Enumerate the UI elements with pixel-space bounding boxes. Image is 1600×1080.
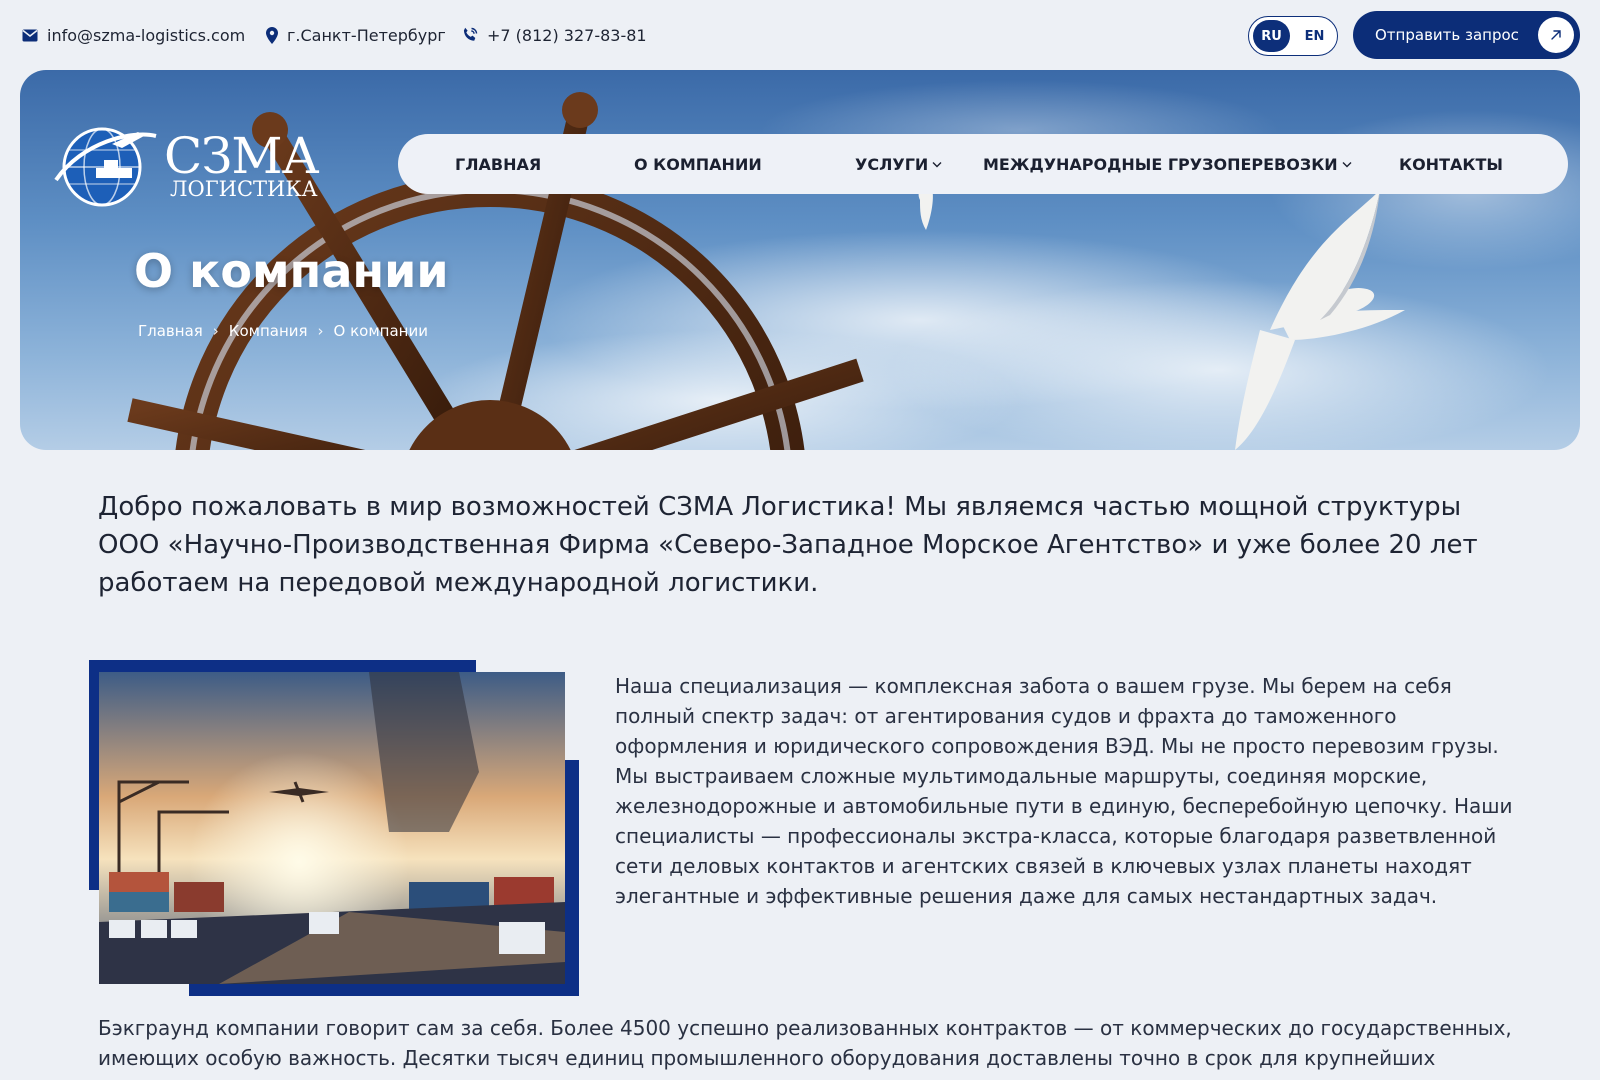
main-navigation: ГЛАВНАЯ О КОМПАНИИ УСЛУГИ МЕЖДУНАРОДНЫЕ …	[398, 134, 1568, 194]
company-logo[interactable]: СЗМА ЛОГИСТИКА	[52, 122, 322, 208]
language-switcher: RU EN	[1248, 16, 1338, 56]
send-request-label: Отправить запрос	[1375, 26, 1519, 44]
email-text: info@szma-logistics.com	[47, 25, 246, 45]
page-title: О компании	[134, 244, 449, 298]
specialization-paragraph: Наша специализация — комплексная забота …	[615, 674, 1513, 908]
city-text: г.Санкт-Петербург	[287, 25, 446, 45]
nav-item-contacts[interactable]: КОНТАКТЫ	[1399, 134, 1503, 194]
nav-item-services[interactable]: УСЛУГИ	[855, 134, 942, 194]
logo-wordmark: СЗМА ЛОГИСТИКА	[164, 126, 319, 201]
logistics-photo	[99, 672, 565, 984]
phone-link[interactable]: +7 (812) 327-83-81	[462, 24, 647, 46]
globe-plane-logo-icon	[54, 127, 157, 207]
email-link[interactable]: info@szma-logistics.com	[22, 24, 245, 46]
map-pin-icon	[266, 26, 278, 44]
logo-sub-text: ЛОГИСТИКА	[170, 176, 318, 201]
chevron-down-icon	[932, 161, 942, 167]
breadcrumb-company[interactable]: Компания	[229, 322, 308, 340]
nav-about-label: О КОМПАНИИ	[634, 154, 762, 174]
phone-text: +7 (812) 327-83-81	[487, 25, 647, 45]
logo-main-text: СЗМА	[164, 126, 319, 185]
lang-en-button[interactable]: EN	[1296, 20, 1333, 52]
breadcrumb-current: О компании	[333, 322, 428, 340]
breadcrumb-separator: ›	[212, 322, 219, 340]
logistics-photo-block	[89, 660, 579, 996]
envelope-icon	[22, 29, 38, 41]
background-paragraph: Бэкграунд компании говорит сам за себя. …	[98, 1016, 1512, 1070]
intro-paragraph: Добро пожаловать в мир возможностей СЗМА…	[98, 492, 1478, 598]
breadcrumb-home[interactable]: Главная	[138, 322, 203, 340]
hero-banner: СЗМА ЛОГИСТИКА ГЛАВНАЯ О КОМПАНИИ УСЛУГИ…	[20, 70, 1580, 450]
nav-home-label: ГЛАВНАЯ	[455, 154, 542, 174]
city-link[interactable]: г.Санкт-Петербург	[266, 24, 446, 46]
top-bar: info@szma-logistics.com г.Санкт-Петербур…	[0, 0, 1600, 70]
breadcrumb: Главная › Компания › О компании	[138, 322, 428, 340]
chevron-down-icon	[1342, 161, 1352, 167]
nav-item-about[interactable]: О КОМПАНИИ	[634, 134, 762, 194]
nav-international-label: МЕЖДУНАРОДНЫЕ ГРУЗОПЕРЕВОЗКИ	[983, 154, 1338, 174]
arrow-up-right-icon	[1538, 17, 1574, 53]
phone-icon	[463, 27, 478, 41]
nav-services-label: УСЛУГИ	[855, 154, 929, 174]
lang-ru-button[interactable]: RU	[1253, 20, 1290, 52]
nav-item-international-cargo[interactable]: МЕЖДУНАРОДНЫЕ ГРУЗОПЕРЕВОЗКИ	[983, 134, 1352, 194]
breadcrumb-separator: ›	[317, 322, 324, 340]
send-request-button[interactable]: Отправить запрос	[1353, 11, 1580, 59]
nav-contacts-label: КОНТАКТЫ	[1399, 154, 1503, 174]
nav-item-home[interactable]: ГЛАВНАЯ	[455, 134, 541, 194]
